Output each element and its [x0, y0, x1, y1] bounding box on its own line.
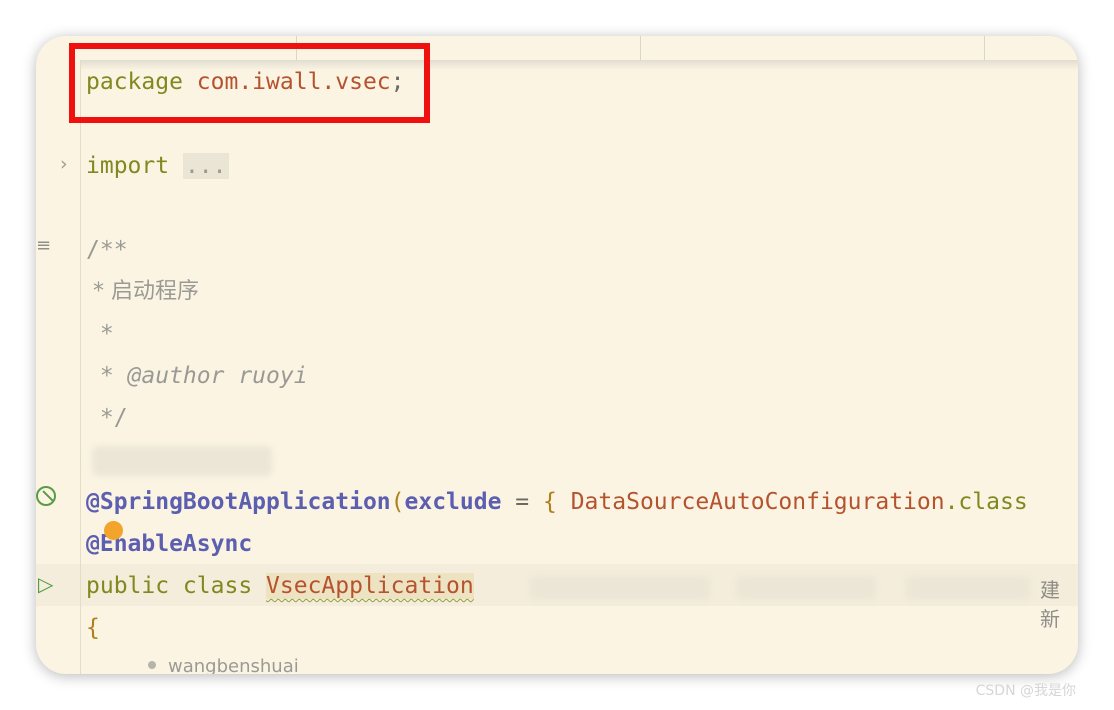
import-fold-placeholder[interactable]: ...	[182, 153, 229, 179]
tab-divider	[984, 36, 985, 60]
blurred-hint	[736, 576, 876, 600]
watermark: CSDN @我是你	[975, 683, 1076, 699]
gutter-separator	[80, 60, 81, 674]
author-icon	[148, 661, 156, 669]
code-line-open-brace: {	[86, 615, 100, 641]
author-hint: wangbenshuai	[168, 656, 299, 674]
doc-open: /**	[86, 237, 128, 263]
doc-close: */	[86, 405, 128, 431]
param-exclude: exclude	[404, 489, 502, 515]
code-editor[interactable]: package com.iwall.vsec; › import ... ≡ /…	[36, 36, 1078, 674]
code-line-springboot[interactable]: @SpringBootApplication(exclude = { DataS…	[86, 482, 1028, 522]
highlight-box	[69, 43, 430, 123]
blurred-hint	[92, 446, 272, 476]
spring-bean-icon[interactable]	[36, 486, 56, 506]
intention-dot-icon[interactable]	[104, 521, 123, 540]
blurred-hint	[530, 576, 710, 600]
tab-divider	[640, 36, 641, 60]
code-line-import[interactable]: import ...	[86, 146, 229, 186]
doc-line-empty: *	[86, 321, 114, 347]
class-name[interactable]: VsecApplication	[266, 573, 474, 599]
keyword-import: import	[86, 153, 170, 179]
doc-line-description: * 启动程序	[86, 279, 199, 304]
class-ref-datasource: DataSourceAutoConfiguration	[570, 489, 945, 515]
run-icon[interactable]: ▷	[38, 572, 53, 596]
inline-hint-text: 建新	[1040, 578, 1060, 631]
annotation-springboot: @SpringBootApplication	[86, 489, 391, 515]
keyword-public-class: public class	[86, 573, 253, 599]
blurred-hint	[906, 576, 1031, 600]
code-line-class-decl[interactable]: public class VsecApplication	[86, 566, 474, 606]
chevron-right-icon[interactable]: ›	[60, 153, 68, 175]
doc-author-tag: @author ruoyi	[127, 363, 308, 389]
doc-line-author: * @author ruoyi	[86, 363, 308, 389]
doc-comment-icon[interactable]: ≡	[36, 235, 51, 256]
